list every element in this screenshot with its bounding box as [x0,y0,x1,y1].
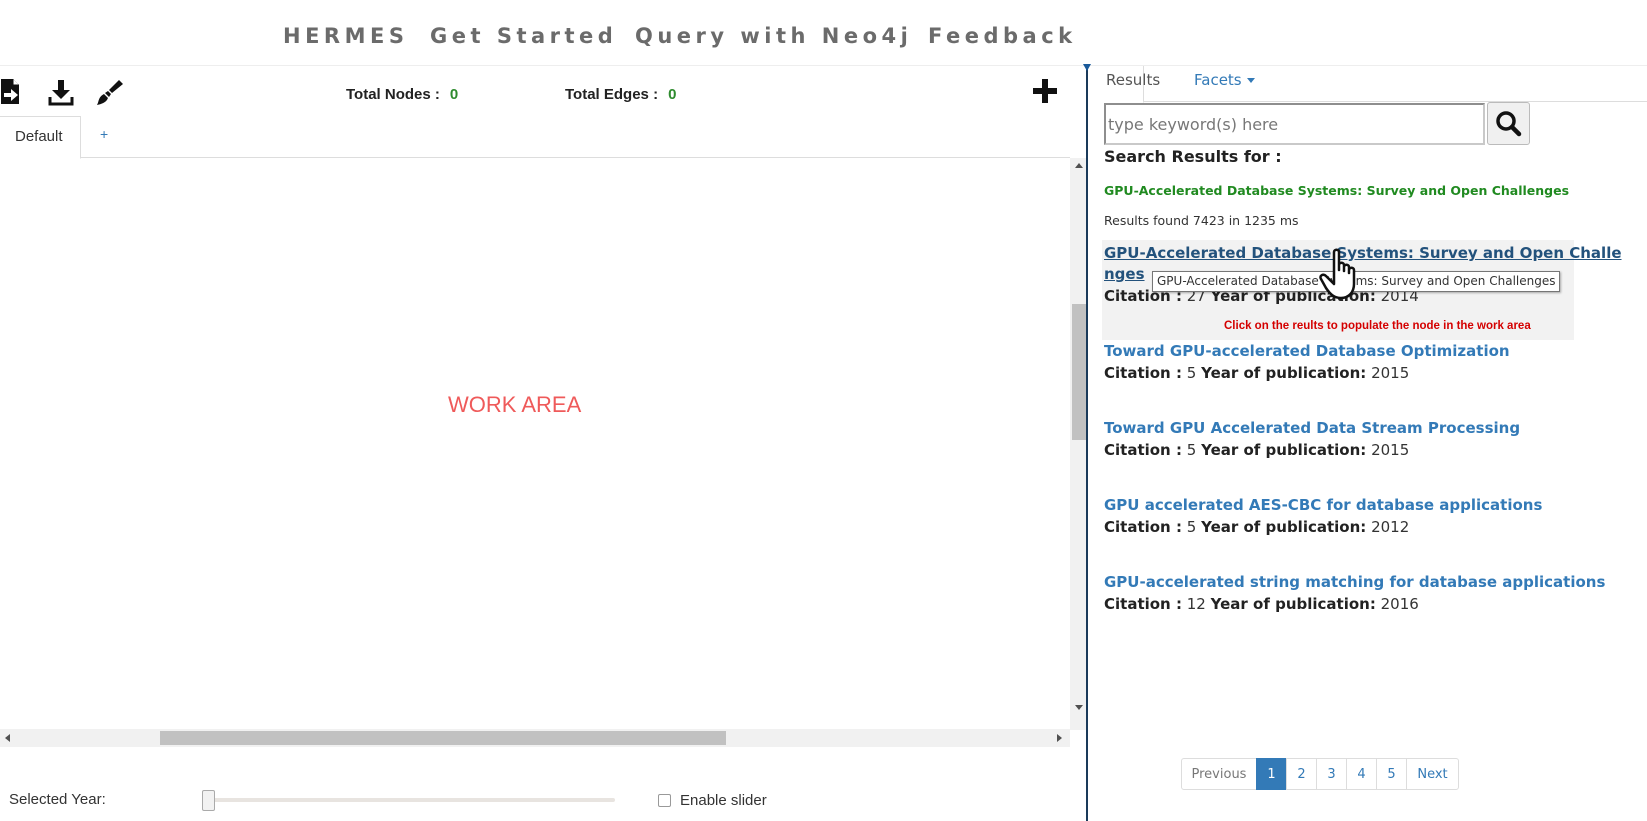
year-value: 2012 [1371,518,1410,536]
search-input[interactable] [1104,103,1485,145]
horizontal-scroll-thumb[interactable] [160,731,726,745]
brush-icon[interactable] [96,78,123,106]
citation-value: 5 [1186,441,1197,459]
nav-feedback[interactable]: Feedback [928,24,1077,48]
search-query: GPU-Accelerated Database Systems: Survey… [1104,183,1570,198]
citation-value: 5 [1186,364,1197,382]
scroll-down-arrow-icon[interactable] [1075,705,1083,710]
populate-hint: Click on the reults to populate the node… [1224,320,1531,332]
scroll-right-arrow-icon[interactable] [1057,734,1062,742]
page-1[interactable]: 1 [1256,758,1287,790]
year-value: 2015 [1371,364,1410,382]
pagination: Previous 1 2 3 4 5 Next [1181,758,1459,790]
total-edges-value: 0 [668,86,677,103]
citation-label: Citation : [1104,441,1182,459]
selected-year-label: Selected Year: [9,791,106,808]
tab-facets[interactable]: Facets [1194,71,1255,89]
page-4[interactable]: 4 [1346,758,1377,790]
result-title[interactable]: Toward GPU Accelerated Data Stream Proce… [1104,419,1520,437]
result-title[interactable]: GPU-accelerated string matching for data… [1104,573,1605,591]
result-title[interactable]: Toward GPU-accelerated Database Optimiza… [1104,342,1510,360]
page-2[interactable]: 2 [1286,758,1317,790]
hand-cursor-icon [1318,248,1366,302]
results-tabs: Results Facets [1090,66,1647,103]
year-slider-handle[interactable] [202,790,215,811]
caret-down-icon [1246,78,1255,83]
year-label: Year of publication: [1210,595,1376,613]
citation-label: Citation : [1104,518,1182,536]
citation-value: 12 [1186,595,1206,613]
nav-get-started[interactable]: Get Started [430,24,617,48]
total-nodes: Total Nodes : 0 [346,86,458,103]
enable-slider-checkbox[interactable] [658,794,671,807]
work-area[interactable] [0,158,1070,730]
citation-value: 5 [1186,518,1197,536]
result-meta: Citation : 5 Year of publication: 2012 [1104,518,1409,536]
year-value: 2016 [1380,595,1419,613]
total-nodes-value: 0 [449,86,459,103]
result-meta: Citation : 12 Year of publication: 2016 [1104,595,1419,613]
scroll-up-arrow-icon[interactable] [1075,163,1083,168]
year-slider-track[interactable] [205,798,615,802]
import-file-icon[interactable] [0,78,26,106]
search-button[interactable] [1487,102,1530,145]
nav-hermes[interactable]: HERMES [283,24,408,48]
tab-results[interactable]: Results [1090,66,1160,103]
tab-facets-label: Facets [1194,71,1242,89]
search-icon [1496,111,1522,137]
add-icon[interactable] [1032,78,1058,104]
page-5[interactable]: 5 [1376,758,1407,790]
pagination-next[interactable]: Next [1406,758,1459,790]
result-title[interactable]: GPU accelerated AES-CBC for database app… [1104,496,1542,514]
panel-divider[interactable] [1086,66,1088,821]
result-meta: Citation : 5 Year of publication: 2015 [1104,364,1409,382]
total-edges: Total Edges : 0 [565,86,676,103]
year-label: Year of publication: [1201,364,1367,382]
pagination-previous[interactable]: Previous [1181,758,1257,790]
total-edges-label: Total Edges : [565,86,659,103]
result-meta: Citation : 5 Year of publication: 2015 [1104,441,1409,459]
result-title-continued[interactable]: nges [1104,265,1145,283]
download-icon[interactable] [48,78,74,106]
nav-query-neo4j[interactable]: Query with Neo4j [635,24,912,48]
enable-slider-label: Enable slider [680,792,767,809]
search-results-label: Search Results for : [1104,147,1282,166]
citation-label: Citation : [1104,364,1182,382]
work-tabs: Default + [0,116,1070,159]
page-3[interactable]: 3 [1316,758,1347,790]
year-label: Year of publication: [1201,518,1367,536]
year-label: Year of publication: [1201,441,1367,459]
horizontal-scrollbar[interactable] [0,729,1070,747]
tab-default[interactable]: Default [0,116,81,159]
results-count: Results found 7423 in 1235 ms [1104,213,1299,228]
citation-label: Citation : [1104,595,1182,613]
add-tab-button[interactable]: + [100,126,108,142]
top-navigation: HERMES Get Started Query with Neo4j Feed… [0,0,1647,66]
total-nodes-label: Total Nodes : [346,86,440,103]
year-value: 2015 [1371,441,1410,459]
work-area-label: WORK AREA [448,392,582,417]
vertical-scroll-thumb[interactable] [1072,304,1086,440]
scroll-left-arrow-icon[interactable] [5,734,10,742]
